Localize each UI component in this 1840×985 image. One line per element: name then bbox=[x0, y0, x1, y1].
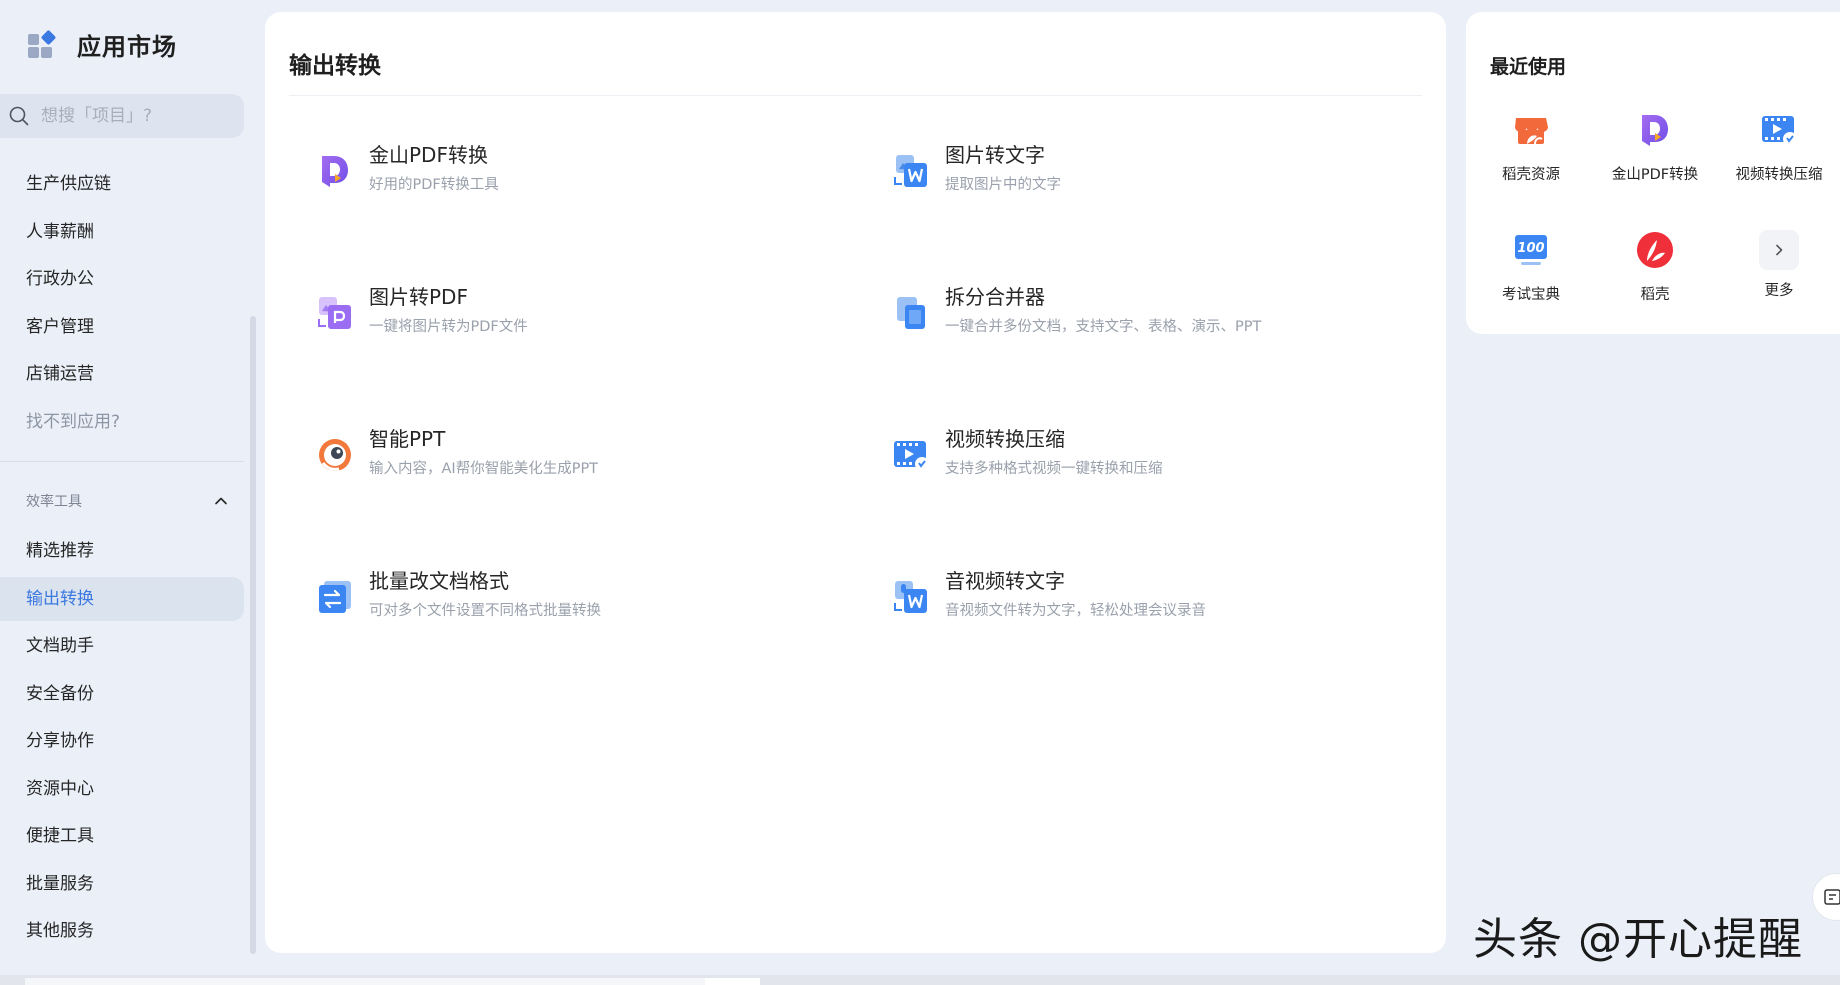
main-panel: 输出转换 金山PDF转换 好用的PDF转换工具 图片转文字 提取图片中的文字 图… bbox=[265, 12, 1446, 953]
recent-item-docer[interactable]: 稻壳 bbox=[1600, 230, 1710, 304]
recent-item-exam[interactable]: 100 考试宝典 bbox=[1476, 230, 1586, 304]
tool-name: 批量改文档格式 bbox=[369, 569, 509, 593]
tool-card-video-compress[interactable]: 视频转换压缩 支持多种格式视频一键转换和压缩 bbox=[891, 425, 1451, 505]
recent-panel: 最近使用 稻壳资源 金山PDF转换 视频转换压缩 100 考试宝典 稻壳 更多 bbox=[1466, 12, 1840, 334]
tool-name: 图片转PDF bbox=[369, 285, 468, 309]
image-to-pdf-icon bbox=[318, 297, 351, 329]
tool-card-pdf-convert[interactable]: 金山PDF转换 好用的PDF转换工具 bbox=[315, 141, 875, 221]
tool-card-image-to-pdf[interactable]: 图片转PDF 一键将图片转为PDF文件 bbox=[315, 283, 875, 363]
sidebar-item-admin-office[interactable]: 行政办公 bbox=[0, 257, 244, 301]
nav-group: 精选推荐 输出转换 文档助手 安全备份 分享协作 资源中心 便捷工具 批量服务 … bbox=[0, 529, 244, 957]
tool-desc: 提取图片中的文字 bbox=[945, 177, 1061, 193]
sidebar-item-hr-payroll[interactable]: 人事薪酬 bbox=[0, 210, 244, 254]
sidebar: 应用市场 生产供应链 人事薪酬 行政办公 客户管理 店铺运营 找不到应用? 效率… bbox=[0, 0, 260, 985]
sidebar-item-other[interactable]: 其他服务 bbox=[0, 909, 244, 953]
image-to-text-icon bbox=[894, 155, 927, 187]
app-grid-icon bbox=[28, 29, 58, 60]
sidebar-item-quick-tools[interactable]: 便捷工具 bbox=[0, 814, 244, 858]
bottom-scrollbar[interactable] bbox=[0, 975, 1840, 985]
recent-title: 最近使用 bbox=[1490, 56, 1567, 78]
tool-name: 图片转文字 bbox=[945, 143, 1045, 167]
tool-desc: 可对多个文件设置不同格式批量转换 bbox=[369, 603, 601, 619]
tool-desc: 一键将图片转为PDF文件 bbox=[369, 319, 528, 335]
recent-item-label: 金山PDF转换 bbox=[1611, 167, 1699, 183]
tool-card-smart-ppt[interactable]: 智能PPT 输入内容，AI帮你智能美化生成PPT bbox=[315, 425, 875, 505]
search-icon bbox=[9, 106, 29, 126]
docer-store-icon bbox=[1515, 118, 1548, 145]
docer-icon bbox=[1637, 232, 1673, 268]
tool-card-audio-to-text[interactable]: 音视频转文字 音视频文件转为文字，轻松处理会议录音 bbox=[891, 567, 1451, 647]
recent-item-docer-store[interactable]: 稻壳资源 bbox=[1476, 110, 1586, 184]
exam-icon: 100 bbox=[1515, 235, 1547, 265]
recent-item-pdf-convert[interactable]: 金山PDF转换 bbox=[1600, 110, 1710, 184]
split-merge-icon bbox=[897, 297, 925, 329]
tool-name: 拆分合并器 bbox=[945, 285, 1045, 309]
app-title: 应用市场 bbox=[77, 33, 177, 61]
sidebar-scrollbar[interactable] bbox=[250, 316, 256, 954]
sidebar-item-doc-assistant[interactable]: 文档助手 bbox=[0, 624, 244, 668]
batch-format-icon bbox=[319, 581, 351, 613]
recent-item-video-compress[interactable]: 视频转换压缩 bbox=[1724, 110, 1834, 184]
feedback-icon bbox=[1824, 889, 1840, 905]
tool-name: 金山PDF转换 bbox=[369, 143, 488, 167]
app-logo: 应用市场 bbox=[28, 27, 177, 62]
tool-name: 智能PPT bbox=[369, 427, 446, 451]
recent-item-label: 稻壳 bbox=[1640, 287, 1670, 303]
tool-desc: 输入内容，AI帮你智能美化生成PPT bbox=[369, 461, 599, 477]
group-label: 效率工具 bbox=[26, 494, 82, 510]
tool-card-image-to-text[interactable]: 图片转文字 提取图片中的文字 bbox=[891, 141, 1451, 221]
search-box[interactable] bbox=[0, 94, 244, 138]
more-box bbox=[1759, 230, 1799, 270]
recent-more-button[interactable]: 更多 bbox=[1724, 230, 1834, 300]
title-divider bbox=[289, 95, 1422, 96]
tool-card-batch-format[interactable]: 批量改文档格式 可对多个文件设置不同格式批量转换 bbox=[315, 567, 875, 647]
sidebar-item-supply-chain[interactable]: 生产供应链 bbox=[0, 162, 244, 206]
tool-card-split-merge[interactable]: 拆分合并器 一键合并多份文档，支持文字、表格、演示、PPT bbox=[891, 283, 1451, 363]
sidebar-item-customer[interactable]: 客户管理 bbox=[0, 305, 244, 349]
pdf-convert-icon bbox=[1642, 115, 1668, 146]
video-compress-icon bbox=[1762, 116, 1797, 146]
tool-name: 视频转换压缩 bbox=[945, 427, 1065, 451]
sidebar-item-backup[interactable]: 安全备份 bbox=[0, 672, 244, 716]
nav-top: 生产供应链 人事薪酬 行政办公 客户管理 店铺运营 找不到应用? bbox=[0, 162, 244, 447]
recent-item-label: 更多 bbox=[1764, 283, 1794, 299]
scroll-thumb[interactable] bbox=[705, 978, 760, 985]
sidebar-item-output-convert[interactable]: 输出转换 bbox=[0, 576, 244, 621]
scroll-segment bbox=[25, 978, 705, 985]
sidebar-divider bbox=[0, 461, 244, 462]
app-market-window: 应用市场 生产供应链 人事薪酬 行政办公 客户管理 店铺运营 找不到应用? 效率… bbox=[0, 0, 1840, 985]
group-header-efficiency-tools[interactable]: 效率工具 bbox=[26, 488, 228, 514]
tool-name: 音视频转文字 bbox=[945, 569, 1065, 593]
pdf-convert-icon bbox=[322, 156, 348, 187]
search-input[interactable] bbox=[41, 106, 231, 126]
video-compress-icon bbox=[894, 441, 929, 471]
tool-desc: 音视频文件转为文字，轻松处理会议录音 bbox=[945, 603, 1206, 619]
recent-item-label: 考试宝典 bbox=[1502, 287, 1560, 303]
smart-ppt-icon bbox=[319, 439, 351, 471]
recent-item-label: 稻壳资源 bbox=[1502, 167, 1560, 183]
tool-desc: 一键合并多份文档，支持文字、表格、演示、PPT bbox=[945, 319, 1262, 335]
page-title: 输出转换 bbox=[289, 53, 381, 79]
sidebar-item-share[interactable]: 分享协作 bbox=[0, 719, 244, 763]
chevron-up-icon bbox=[215, 497, 227, 505]
sidebar-item-store-ops[interactable]: 店铺运营 bbox=[0, 352, 244, 396]
sidebar-item-resources[interactable]: 资源中心 bbox=[0, 767, 244, 811]
sidebar-item-batch[interactable]: 批量服务 bbox=[0, 862, 244, 906]
sidebar-item-featured[interactable]: 精选推荐 bbox=[0, 529, 244, 573]
svg-text:100: 100 bbox=[1517, 241, 1544, 256]
tool-desc: 好用的PDF转换工具 bbox=[369, 177, 499, 193]
watermark-text: 头条 @开心提醒 bbox=[1473, 914, 1803, 965]
tool-desc: 支持多种格式视频一键转换和压缩 bbox=[945, 461, 1163, 477]
recent-item-label: 视频转换压缩 bbox=[1735, 167, 1823, 183]
sidebar-item-cant-find[interactable]: 找不到应用? bbox=[0, 400, 244, 444]
chevron-right-icon bbox=[1776, 244, 1783, 256]
audio-to-text-icon bbox=[894, 581, 927, 613]
feedback-button[interactable] bbox=[1812, 873, 1840, 921]
